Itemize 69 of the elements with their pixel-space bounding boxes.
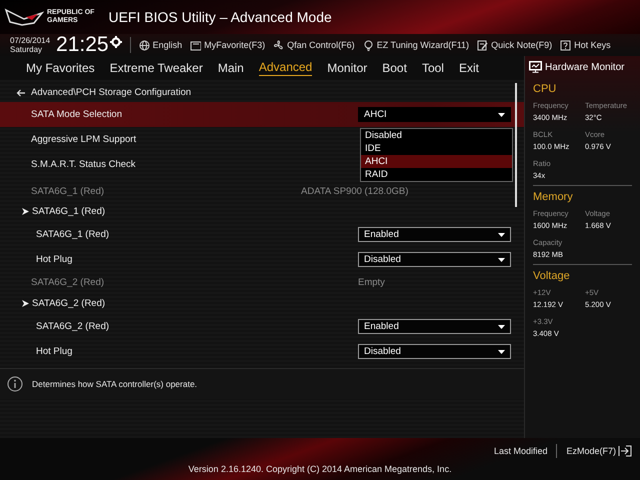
toolbar-button[interactable]: Hot Keys bbox=[560, 40, 611, 50]
caret-icon bbox=[498, 350, 505, 354]
section-heading: CPU bbox=[533, 83, 558, 95]
setting-label: Hot Plug bbox=[36, 346, 74, 357]
submenu-link[interactable]: SATA6G_1 (Red) bbox=[32, 206, 511, 217]
dropdown-select[interactable]: Disabled bbox=[358, 252, 511, 267]
setting-label: SATA6G_2 (Red) bbox=[31, 277, 106, 288]
menu-tab[interactable]: My Favorites bbox=[26, 60, 95, 76]
toolbar-button[interactable]: EZ Tuning Wizard(F11) bbox=[362, 40, 470, 50]
caret-icon bbox=[498, 324, 505, 328]
dropdown-option[interactable]: IDE bbox=[361, 142, 512, 155]
settings-icon bbox=[110, 36, 122, 48]
dropdown-select[interactable]: Enabled bbox=[358, 319, 511, 334]
caret-icon bbox=[498, 112, 505, 116]
menu-tab[interactable]: Exit bbox=[458, 60, 479, 76]
setting-label: SATA6G_1 (Red) bbox=[31, 186, 106, 196]
help-text: Determines how SATA controller(s) operate. bbox=[32, 379, 198, 389]
breadcrumb-path: Advanced\PCH Storage Configuration bbox=[31, 87, 192, 98]
light-bulb-icon bbox=[362, 40, 374, 50]
panel-title: Hardware Monitor bbox=[545, 62, 624, 72]
dropdown-select[interactable]: Enabled bbox=[358, 227, 511, 242]
info-value: ADATA SP900 (128.0GB) bbox=[301, 186, 408, 196]
back-arrow-icon bbox=[16, 88, 26, 96]
menu-tab[interactable]: Boot bbox=[382, 60, 407, 76]
ezmode-button[interactable]: EzMode(F7) bbox=[566, 445, 632, 457]
section-heading: Voltage bbox=[533, 270, 571, 282]
setting-label: Hot Plug bbox=[36, 254, 74, 265]
date-text: 07/26/2014 bbox=[10, 36, 50, 45]
toolbar-button[interactable]: Quick Note(F9) bbox=[477, 40, 552, 50]
monitor-icon bbox=[529, 61, 542, 73]
clock-time: 21:25 bbox=[56, 33, 109, 57]
version-text: Version 2.16.1240. Copyright (C) 2014 American Megatrends, Inc. bbox=[188, 464, 452, 474]
menu-tab[interactable]: Advanced bbox=[258, 60, 312, 76]
note-icon bbox=[477, 40, 488, 50]
help-icon bbox=[560, 40, 572, 50]
menu-tab[interactable]: Main bbox=[218, 60, 244, 76]
dropdown-option[interactable]: RAID bbox=[361, 168, 512, 181]
info-icon bbox=[7, 376, 23, 392]
toolbar-button[interactable]: Qfan Control(F6) bbox=[273, 40, 355, 50]
fan-icon bbox=[273, 40, 284, 50]
folder-icon bbox=[190, 40, 202, 50]
setting-label: SATA6G_1 (Red) bbox=[36, 229, 110, 240]
day-text: Saturday bbox=[10, 45, 44, 54]
arrowhead-icon bbox=[22, 208, 29, 215]
dropdown-option[interactable]: Disabled bbox=[361, 129, 512, 142]
menu-tab[interactable]: Extreme Tweaker bbox=[110, 60, 203, 76]
last-modified-button[interactable]: Last Modified bbox=[494, 446, 548, 456]
section-heading: Memory bbox=[533, 191, 574, 203]
globe-icon bbox=[138, 40, 150, 50]
toolbar-button[interactable]: English bbox=[138, 40, 182, 50]
window-title: UEFI BIOS Utility – Advanced Mode bbox=[108, 9, 332, 25]
info-value: Empty bbox=[358, 277, 385, 288]
caret-icon bbox=[498, 258, 505, 262]
dropdown-option[interactable]: AHCI bbox=[361, 155, 512, 168]
dropdown-select[interactable]: Disabled bbox=[358, 344, 511, 359]
setting-label: SATA Mode Selection bbox=[31, 109, 124, 120]
exit-icon bbox=[618, 445, 632, 457]
scrollbar[interactable] bbox=[515, 83, 517, 207]
caret-icon bbox=[498, 232, 505, 236]
arrowhead-icon bbox=[22, 300, 29, 307]
setting-label: Aggressive LPM Support bbox=[31, 134, 138, 145]
dropdown-select[interactable]: AHCI bbox=[358, 107, 511, 122]
submenu-link[interactable]: SATA6G_2 (Red) bbox=[32, 298, 511, 309]
setting-label: SATA6G_2 (Red) bbox=[36, 321, 110, 332]
setting-label: S.M.A.R.T. Status Check bbox=[31, 159, 137, 170]
menu-tab[interactable]: Monitor bbox=[327, 60, 368, 76]
toolbar-button[interactable]: MyFavorite(F3) bbox=[190, 40, 266, 50]
menu-tab[interactable]: Tool bbox=[422, 60, 444, 76]
eye-logo-icon bbox=[4, 7, 44, 27]
